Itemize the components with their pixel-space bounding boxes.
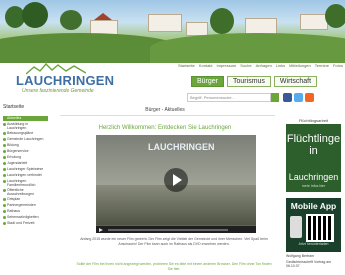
- top-nav-item[interactable]: Suche: [240, 63, 251, 71]
- sidebar-item[interactable]: Bürgerservice: [3, 149, 48, 154]
- sidebar-item[interactable]: Aktuelles: [3, 116, 48, 121]
- sidebar-item[interactable]: Lauchringer Spielwiese: [3, 167, 48, 172]
- video-logo: LAUCHRINGEN: [148, 142, 215, 152]
- search-button[interactable]: [271, 93, 279, 102]
- header-banner: [0, 0, 345, 63]
- twitter-icon[interactable]: [294, 93, 303, 102]
- divider: [60, 115, 275, 116]
- bullet-icon: [3, 155, 6, 159]
- sidebar-item[interactable]: Gemeinde Lauchringen: [3, 137, 48, 142]
- sidebar-item[interactable]: Jugendarbeit: [3, 161, 48, 166]
- top-nav-item[interactable]: Impressum: [216, 63, 236, 71]
- mobile-app-banner[interactable]: Mobile App Jetzt herunterladen: [286, 198, 341, 252]
- sidebar-item[interactable]: Partnergemeinden: [3, 203, 48, 208]
- notice-line: Gedächtnisschrift Vortrag am 06.10.07: [286, 260, 332, 268]
- rss-icon[interactable]: [305, 93, 314, 102]
- sidebar-item[interactable]: Stadt und Freizeit: [3, 221, 48, 226]
- refugee-banner[interactable]: Flüchtlinge in Lauchringen mehr Infos hi…: [286, 124, 341, 192]
- bullet-icon: [3, 167, 6, 171]
- intro-text: Anfang 2015 wurde ein neuer Film gedreht…: [80, 237, 268, 246]
- bullet-icon: [3, 203, 6, 207]
- bullet-icon: [3, 188, 6, 192]
- sidebar-item[interactable]: Bebauungspläne: [3, 131, 48, 136]
- sidebar: Startseite Aktuelles Ausbildung in Lauch…: [3, 104, 48, 227]
- site-logo[interactable]: LAUCHRINGEN Unsere faszinierende Gemeind…: [0, 57, 190, 107]
- main-tabs: Bürger Tourismus Wirtschaft: [191, 76, 318, 87]
- top-nav-item[interactable]: Mitteilungen: [289, 63, 311, 71]
- refugee-line1: Flüchtlinge: [286, 133, 341, 145]
- app-sub: Jetzt herunterladen: [298, 242, 329, 246]
- top-nav-item[interactable]: Fotos: [333, 63, 343, 71]
- tab-buerger[interactable]: Bürger: [191, 76, 225, 87]
- bullet-icon: [3, 143, 6, 147]
- sidebar-item[interactable]: Rathaus: [3, 209, 48, 214]
- logo-title: LAUCHRINGEN: [16, 73, 115, 88]
- top-nav-item[interactable]: Anfragen: [256, 63, 272, 71]
- refugee-more: mehr Infos hier: [301, 184, 326, 188]
- bullet-icon: [3, 179, 6, 183]
- bullet-icon: [3, 131, 6, 135]
- bullet-icon: [3, 209, 6, 213]
- top-nav: Startseite Kontakt Impressum Suche Anfra…: [178, 63, 343, 71]
- bullet-icon: [3, 116, 6, 120]
- play-icon[interactable]: [164, 168, 188, 192]
- bullet-icon: [3, 137, 6, 141]
- bullet-icon: [3, 197, 6, 201]
- sidebar-item[interactable]: Bildung: [3, 143, 48, 148]
- sidebar-heading[interactable]: Startseite: [3, 104, 48, 116]
- notice-title[interactable]: Wolfgang Bertram: [286, 254, 341, 258]
- app-title: Mobile App: [290, 201, 337, 211]
- sidebar-item[interactable]: Lauchringen Familienfreundlich: [3, 179, 48, 187]
- bullet-icon: [3, 149, 6, 153]
- refugee-line3: Lauchringen: [288, 172, 339, 182]
- bullet-icon: [3, 122, 6, 126]
- bullet-icon: [3, 161, 6, 165]
- top-nav-item[interactable]: Kontakt: [199, 63, 213, 71]
- small-play-icon[interactable]: [99, 227, 103, 232]
- welcome-heading: Herzlich Willkommen: Entdecken Sie Lauch…: [98, 125, 232, 131]
- browser-hint-link[interactable]: Sollte der Film bei Ihnen nicht angezeig…: [74, 262, 274, 271]
- tab-tourismus[interactable]: Tourismus: [227, 76, 271, 87]
- sidebar-item[interactable]: Lauchringen verbindet: [3, 173, 48, 178]
- logo-subtitle: Unsere faszinierende Gemeinde: [22, 88, 94, 94]
- phone-icon: [290, 216, 302, 238]
- top-nav-item[interactable]: Links: [276, 63, 285, 71]
- sidebar-item[interactable]: Öffentliche Ausschreibungen: [3, 188, 48, 196]
- top-nav-item[interactable]: Termine: [315, 63, 329, 71]
- search-input[interactable]: Begriff, Personensuche...: [187, 93, 271, 102]
- sidebar-item[interactable]: Sehenswürdigkeiten: [3, 215, 48, 220]
- facebook-icon[interactable]: [283, 93, 292, 102]
- bullet-icon: [3, 221, 6, 225]
- video-controls: [96, 226, 256, 233]
- right-column: Flüchtlingsarbeit Flüchtlinge in Lauchri…: [286, 118, 341, 268]
- bullet-icon: [3, 173, 6, 177]
- bullet-icon: [3, 215, 6, 219]
- sidebar-item[interactable]: Ausbildung in Lauchringen: [3, 122, 48, 130]
- qr-code-icon: [306, 214, 334, 242]
- refugee-line2: in: [309, 145, 318, 157]
- tab-wirtschaft[interactable]: Wirtschaft: [273, 76, 318, 87]
- video-player[interactable]: LAUCHRINGEN: [96, 135, 256, 233]
- sidebar-item[interactable]: Ortsplan: [3, 197, 48, 202]
- sidebar-item[interactable]: Erholung: [3, 155, 48, 160]
- page-title: Bürger - Aktuelles: [145, 107, 185, 113]
- video-progress-bar[interactable]: [108, 229, 228, 231]
